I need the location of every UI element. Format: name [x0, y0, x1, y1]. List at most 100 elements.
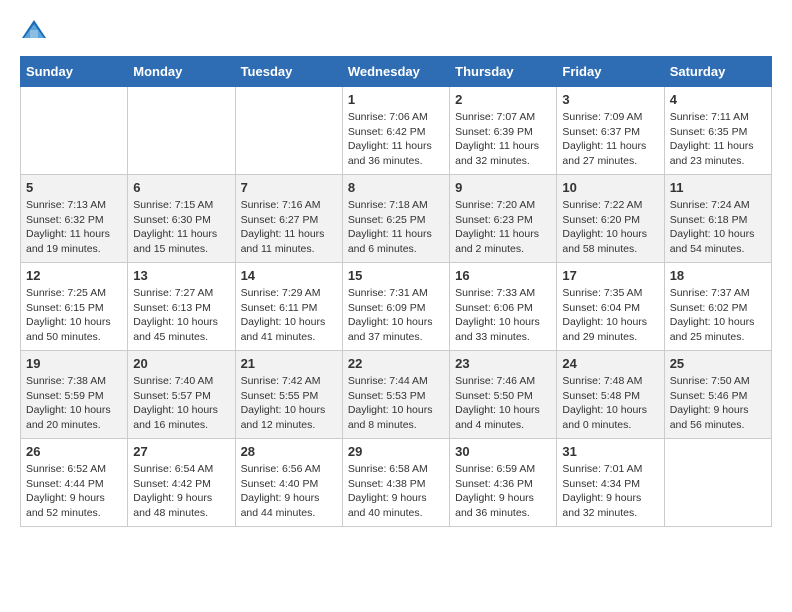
day-number: 17: [562, 268, 658, 283]
day-header-wednesday: Wednesday: [342, 57, 449, 87]
day-number: 22: [348, 356, 444, 371]
cell-info: Sunrise: 6:59 AM Sunset: 4:36 PM Dayligh…: [455, 462, 551, 521]
calendar-cell: 9 Sunrise: 7:20 AM Sunset: 6:23 PM Daylig…: [450, 175, 557, 263]
day-header-sunday: Sunday: [21, 57, 128, 87]
day-number: 19: [26, 356, 122, 371]
logo-icon: [20, 16, 48, 44]
cell-info: Sunrise: 7:27 AM Sunset: 6:13 PM Dayligh…: [133, 286, 229, 345]
header-row: SundayMondayTuesdayWednesdayThursdayFrid…: [21, 57, 772, 87]
cell-info: Sunrise: 7:06 AM Sunset: 6:42 PM Dayligh…: [348, 110, 444, 169]
calendar-cell: 27 Sunrise: 6:54 AM Sunset: 4:42 PM Dayli…: [128, 439, 235, 527]
day-number: 24: [562, 356, 658, 371]
calendar-cell: 23 Sunrise: 7:46 AM Sunset: 5:50 PM Dayli…: [450, 351, 557, 439]
day-number: 21: [241, 356, 337, 371]
cell-info: Sunrise: 7:16 AM Sunset: 6:27 PM Dayligh…: [241, 198, 337, 257]
day-number: 7: [241, 180, 337, 195]
week-row-3: 19 Sunrise: 7:38 AM Sunset: 5:59 PM Dayli…: [21, 351, 772, 439]
cell-info: Sunrise: 7:46 AM Sunset: 5:50 PM Dayligh…: [455, 374, 551, 433]
cell-info: Sunrise: 7:38 AM Sunset: 5:59 PM Dayligh…: [26, 374, 122, 433]
cell-info: Sunrise: 7:20 AM Sunset: 6:23 PM Dayligh…: [455, 198, 551, 257]
day-header-thursday: Thursday: [450, 57, 557, 87]
calendar-cell: 4Sunrise: 7:11 AM Sunset: 6:35 PM Daylig…: [664, 87, 771, 175]
day-header-tuesday: Tuesday: [235, 57, 342, 87]
cell-info: Sunrise: 7:35 AM Sunset: 6:04 PM Dayligh…: [562, 286, 658, 345]
day-number: 31: [562, 444, 658, 459]
calendar-cell: 5 Sunrise: 7:13 AM Sunset: 6:32 PM Daylig…: [21, 175, 128, 263]
calendar-cell: 7 Sunrise: 7:16 AM Sunset: 6:27 PM Daylig…: [235, 175, 342, 263]
week-row-0: 1 Sunrise: 7:06 AM Sunset: 6:42 PM Daylig…: [21, 87, 772, 175]
day-header-monday: Monday: [128, 57, 235, 87]
calendar-cell: 24 Sunrise: 7:48 AM Sunset: 5:48 PM Dayli…: [557, 351, 664, 439]
cell-info: Sunrise: 7:44 AM Sunset: 5:53 PM Dayligh…: [348, 374, 444, 433]
calendar-cell: 3 Sunrise: 7:09 AM Sunset: 6:37 PM Daylig…: [557, 87, 664, 175]
calendar-cell: 14 Sunrise: 7:29 AM Sunset: 6:11 PM Dayli…: [235, 263, 342, 351]
calendar-cell: 12Sunrise: 7:25 AM Sunset: 6:15 PM Dayli…: [21, 263, 128, 351]
calendar-cell: 8 Sunrise: 7:18 AM Sunset: 6:25 PM Daylig…: [342, 175, 449, 263]
day-number: 8: [348, 180, 444, 195]
cell-info: Sunrise: 7:29 AM Sunset: 6:11 PM Dayligh…: [241, 286, 337, 345]
day-number: 4: [670, 92, 766, 107]
calendar-cell: 13 Sunrise: 7:27 AM Sunset: 6:13 PM Dayli…: [128, 263, 235, 351]
day-header-friday: Friday: [557, 57, 664, 87]
day-number: 23: [455, 356, 551, 371]
cell-info: Sunrise: 6:54 AM Sunset: 4:42 PM Dayligh…: [133, 462, 229, 521]
calendar-cell: 6 Sunrise: 7:15 AM Sunset: 6:30 PM Daylig…: [128, 175, 235, 263]
day-number: 13: [133, 268, 229, 283]
calendar-cell: 16 Sunrise: 7:33 AM Sunset: 6:06 PM Dayli…: [450, 263, 557, 351]
calendar-cell: 29Sunrise: 6:58 AM Sunset: 4:38 PM Dayli…: [342, 439, 449, 527]
cell-info: Sunrise: 7:13 AM Sunset: 6:32 PM Dayligh…: [26, 198, 122, 257]
day-number: 20: [133, 356, 229, 371]
calendar-cell: 18 Sunrise: 7:37 AM Sunset: 6:02 PM Dayli…: [664, 263, 771, 351]
calendar-cell: 1 Sunrise: 7:06 AM Sunset: 6:42 PM Daylig…: [342, 87, 449, 175]
cell-info: Sunrise: 7:07 AM Sunset: 6:39 PM Dayligh…: [455, 110, 551, 169]
day-number: 16: [455, 268, 551, 283]
day-number: 27: [133, 444, 229, 459]
day-number: 15: [348, 268, 444, 283]
cell-info: Sunrise: 7:48 AM Sunset: 5:48 PM Dayligh…: [562, 374, 658, 433]
cell-info: Sunrise: 7:15 AM Sunset: 6:30 PM Dayligh…: [133, 198, 229, 257]
cell-info: Sunrise: 6:52 AM Sunset: 4:44 PM Dayligh…: [26, 462, 122, 521]
calendar-cell: 17 Sunrise: 7:35 AM Sunset: 6:04 PM Dayli…: [557, 263, 664, 351]
week-row-4: 26 Sunrise: 6:52 AM Sunset: 4:44 PM Dayli…: [21, 439, 772, 527]
calendar-cell: 31 Sunrise: 7:01 AM Sunset: 4:34 PM Dayli…: [557, 439, 664, 527]
logo: [20, 16, 52, 44]
calendar-cell: 19 Sunrise: 7:38 AM Sunset: 5:59 PM Dayli…: [21, 351, 128, 439]
calendar-cell: [128, 87, 235, 175]
calendar-cell: 25 Sunrise: 7:50 AM Sunset: 5:46 PM Dayli…: [664, 351, 771, 439]
day-number: 1: [348, 92, 444, 107]
cell-info: Sunrise: 7:50 AM Sunset: 5:46 PM Dayligh…: [670, 374, 766, 433]
calendar-cell: 28 Sunrise: 6:56 AM Sunset: 4:40 PM Dayli…: [235, 439, 342, 527]
cell-info: Sunrise: 7:09 AM Sunset: 6:37 PM Dayligh…: [562, 110, 658, 169]
day-number: 28: [241, 444, 337, 459]
cell-info: Sunrise: 6:56 AM Sunset: 4:40 PM Dayligh…: [241, 462, 337, 521]
calendar-cell: 30 Sunrise: 6:59 AM Sunset: 4:36 PM Dayli…: [450, 439, 557, 527]
cell-info: Sunrise: 6:58 AM Sunset: 4:38 PM Dayligh…: [348, 462, 444, 521]
day-number: 6: [133, 180, 229, 195]
day-number: 30: [455, 444, 551, 459]
day-number: 10: [562, 180, 658, 195]
day-number: 14: [241, 268, 337, 283]
header: [20, 16, 772, 44]
calendar-cell: 11Sunrise: 7:24 AM Sunset: 6:18 PM Dayli…: [664, 175, 771, 263]
day-number: 9: [455, 180, 551, 195]
cell-info: Sunrise: 7:42 AM Sunset: 5:55 PM Dayligh…: [241, 374, 337, 433]
day-number: 5: [26, 180, 122, 195]
calendar-cell: 22 Sunrise: 7:44 AM Sunset: 5:53 PM Dayli…: [342, 351, 449, 439]
week-row-1: 5 Sunrise: 7:13 AM Sunset: 6:32 PM Daylig…: [21, 175, 772, 263]
day-number: 12: [26, 268, 122, 283]
calendar-cell: 26 Sunrise: 6:52 AM Sunset: 4:44 PM Dayli…: [21, 439, 128, 527]
day-number: 3: [562, 92, 658, 107]
calendar-cell: 10Sunrise: 7:22 AM Sunset: 6:20 PM Dayli…: [557, 175, 664, 263]
calendar-cell: [21, 87, 128, 175]
day-header-saturday: Saturday: [664, 57, 771, 87]
cell-info: Sunrise: 7:01 AM Sunset: 4:34 PM Dayligh…: [562, 462, 658, 521]
cell-info: Sunrise: 7:33 AM Sunset: 6:06 PM Dayligh…: [455, 286, 551, 345]
day-number: 25: [670, 356, 766, 371]
cell-info: Sunrise: 7:40 AM Sunset: 5:57 PM Dayligh…: [133, 374, 229, 433]
cell-info: Sunrise: 7:37 AM Sunset: 6:02 PM Dayligh…: [670, 286, 766, 345]
day-number: 18: [670, 268, 766, 283]
day-number: 26: [26, 444, 122, 459]
calendar-cell: [664, 439, 771, 527]
calendar-cell: 15Sunrise: 7:31 AM Sunset: 6:09 PM Dayli…: [342, 263, 449, 351]
cell-info: Sunrise: 7:18 AM Sunset: 6:25 PM Dayligh…: [348, 198, 444, 257]
